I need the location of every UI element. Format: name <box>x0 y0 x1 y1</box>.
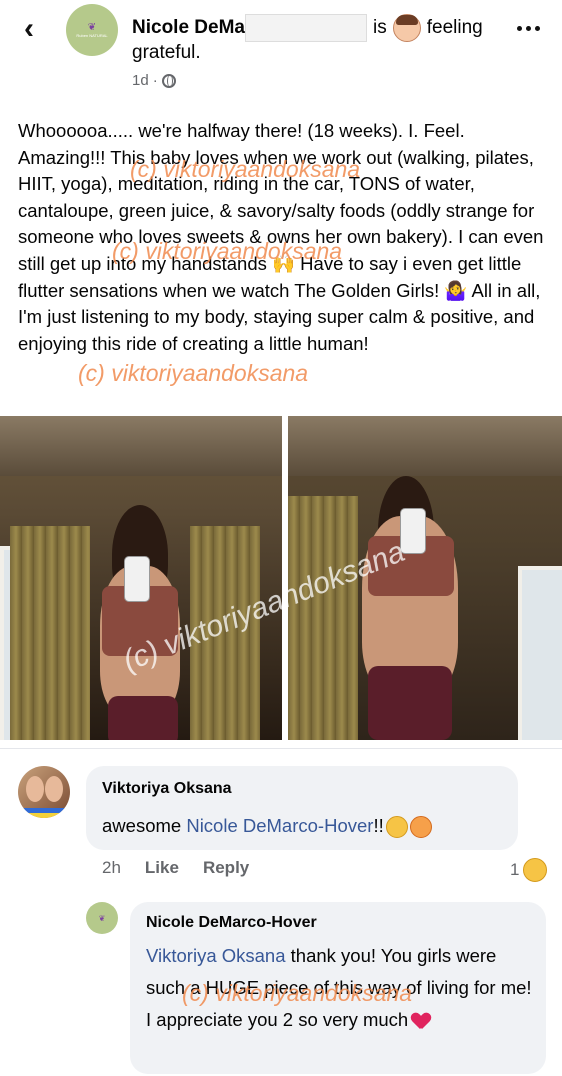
reply-author-name[interactable]: Nicole DeMarco-Hover <box>146 914 317 932</box>
commenter-name[interactable]: Viktoriya Oksana <box>102 780 232 798</box>
feeling-emoji-icon <box>392 14 421 42</box>
logo-text: Ruben NATURAL <box>76 32 108 38</box>
post-timestamp[interactable]: 1d <box>132 72 149 89</box>
comment-mention[interactable]: Nicole DeMarco-Hover <box>186 815 373 836</box>
dot-icon <box>516 25 522 31</box>
redacted-area <box>244 14 367 42</box>
globe-icon <box>161 73 176 88</box>
author-name[interactable]: Nicole DeMa <box>132 17 245 38</box>
status-text-continued: grateful. <box>132 42 201 63</box>
reply-mention[interactable]: Viktoriya Oksana <box>146 945 286 966</box>
dot-icon <box>534 25 540 31</box>
back-button[interactable]: ‹ <box>14 12 44 46</box>
heart-emoji-icon <box>412 1013 430 1029</box>
text-watermark: (c) viktoriyaandoksana <box>130 156 361 182</box>
status-prefix: is <box>372 17 387 39</box>
starstruck-emoji-icon <box>385 816 408 839</box>
reaction-summary[interactable]: 1 <box>510 858 548 882</box>
photo-pants <box>368 666 452 740</box>
avatar-face <box>45 776 63 802</box>
reply-avatar[interactable]: ❦ <box>86 902 118 934</box>
comment-text-before: awesome <box>102 815 187 836</box>
photo-ceiling <box>0 416 282 476</box>
divider <box>0 748 562 749</box>
comment-time[interactable]: 2h <box>102 858 121 878</box>
flag-icon <box>22 808 66 818</box>
reply-button[interactable]: Reply <box>203 858 249 878</box>
post-meta: 1d · <box>132 72 176 89</box>
post-header-line: Nicole DeMa is feeling <box>132 14 512 42</box>
photo-pants <box>108 696 178 740</box>
care-reaction-icon <box>523 858 548 882</box>
text-watermark: (c) viktoriyaandoksana <box>182 980 413 1006</box>
photo-curtain <box>10 526 90 740</box>
more-options-button[interactable] <box>510 16 546 40</box>
text-watermark: (c) viktoriyaandoksana <box>78 360 309 386</box>
chevron-left-icon: ‹ <box>24 12 34 45</box>
text-watermark: (c) viktoriyaandoksana <box>112 238 343 264</box>
avatar-face <box>26 776 44 802</box>
meta-separator: · <box>152 72 158 89</box>
photo-ceiling <box>288 416 562 476</box>
author-avatar[interactable]: ❦ Ruben NATURAL <box>66 4 118 56</box>
logo-leaf-icon: ❦ <box>98 913 106 923</box>
status-text: feeling <box>426 17 483 39</box>
smiling-hearts-emoji-icon <box>409 816 432 839</box>
photo-window <box>518 566 562 740</box>
photo-phone <box>400 508 426 554</box>
logo-leaf-icon: ❦ <box>87 21 97 33</box>
commenter-avatar[interactable] <box>18 766 70 818</box>
photo-curtain <box>288 496 358 740</box>
photo-phone <box>124 556 150 602</box>
dot-icon <box>525 25 531 31</box>
post-photo[interactable] <box>0 416 282 740</box>
comment-text: awesome Nicole DeMarco-Hover!! <box>102 815 432 839</box>
reaction-count: 1 <box>510 860 520 879</box>
like-button[interactable]: Like <box>145 858 179 878</box>
comment-actions: 2h Like Reply <box>102 858 249 878</box>
comment-text-after: !! <box>373 815 384 836</box>
